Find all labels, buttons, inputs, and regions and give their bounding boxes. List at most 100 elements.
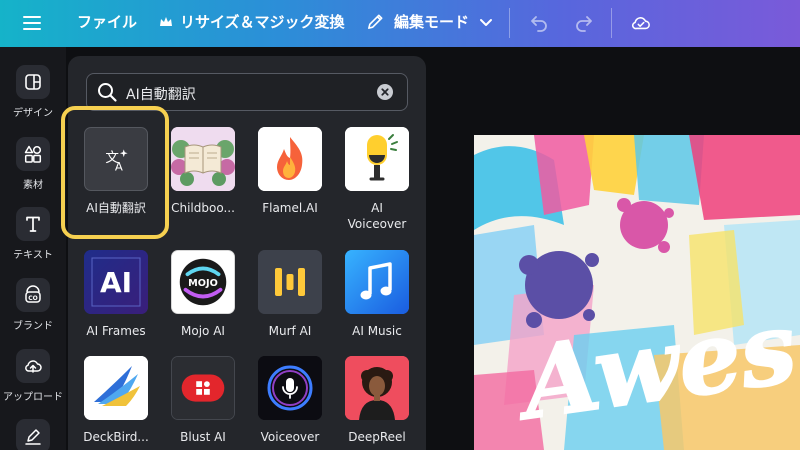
rail-label: デザイン <box>13 108 53 119</box>
app-name-line: AI <box>371 201 383 215</box>
app-tile: MOJO <box>171 250 235 314</box>
app-name-line: Voiceover <box>347 217 407 231</box>
mojo-icon: MOJO <box>172 251 234 313</box>
search-field[interactable]: AI自動翻訳 <box>86 73 408 111</box>
app-ai-frames[interactable]: AI AI Frames <box>71 250 161 339</box>
rail-item-elements[interactable]: 素材 <box>0 137 66 191</box>
resize-button[interactable]: リサイズ＆マジック変換 <box>158 11 345 32</box>
resize-label: リサイズ＆マジック変換 <box>180 13 345 31</box>
microphone-icon <box>345 127 409 191</box>
app-deepreel[interactable]: DeepReel <box>332 356 422 445</box>
avatar-icon <box>345 356 409 420</box>
app-mojo-ai[interactable]: MOJO Mojo AI <box>158 250 248 339</box>
side-rail: デザイン 素材 テキスト CO ブランド アップロード <box>0 47 66 450</box>
pencil-icon <box>368 14 383 29</box>
app-tile <box>171 127 235 191</box>
hamburger-icon <box>23 16 41 30</box>
rail-item-upload[interactable]: アップロード <box>0 349 66 403</box>
shapes-icon <box>24 145 42 163</box>
rail-button <box>16 207 50 241</box>
redo-button[interactable] <box>571 10 597 36</box>
redo-icon <box>576 16 592 32</box>
app-name: DeckBird... <box>83 430 149 444</box>
brand-icon: CO <box>25 285 41 303</box>
svg-text:CO: CO <box>28 295 38 302</box>
undo-icon <box>531 16 547 32</box>
edit-mode-label: 編集モード <box>394 13 470 31</box>
rail-label: テキスト <box>13 250 53 261</box>
murf-icon <box>258 250 322 314</box>
rail-item-draw[interactable] <box>0 419 66 450</box>
upload-icon <box>25 360 42 373</box>
app-name: Blust AI <box>180 430 226 444</box>
app-tile <box>258 356 322 420</box>
top-bar: ファイル リサイズ＆マジック変換 編集モード <box>0 0 800 47</box>
app-name: Murf AI <box>268 324 312 338</box>
app-name: Mojo AI <box>181 324 225 338</box>
app-blust-ai[interactable]: Blust AI <box>158 356 248 445</box>
rail-button <box>16 419 50 450</box>
rail-item-brand[interactable]: CO ブランド <box>0 278 66 332</box>
rail-button: CO <box>16 278 50 312</box>
app-name: Childboo... <box>171 201 235 215</box>
app-tile: 文 A <box>84 127 148 191</box>
app-murf-ai[interactable]: Murf AI <box>245 250 335 339</box>
app-ai-music[interactable]: AI Music <box>332 250 422 339</box>
design-canvas[interactable]: Awes <box>474 135 800 450</box>
ai-frames-tile-label: AI <box>100 266 132 299</box>
app-name: AI Frames <box>86 324 146 338</box>
blust-icon <box>172 357 234 419</box>
app-tile <box>258 250 322 314</box>
app-name: Flamel.AI <box>262 201 318 215</box>
rail-button <box>16 137 50 171</box>
app-tile <box>345 250 409 314</box>
chevron-down-icon <box>480 18 493 26</box>
toolbar-divider <box>611 8 612 38</box>
menu-button[interactable] <box>18 9 46 37</box>
draw-pen-icon <box>25 429 41 445</box>
app-childbook[interactable]: Childboo... <box>158 127 248 216</box>
app-name: AI自動翻訳 <box>86 201 146 215</box>
app-voiceover[interactable]: Voiceover <box>245 356 335 445</box>
app-ai-translate[interactable]: 文 A AI自動翻訳 <box>71 127 161 216</box>
app-ai-voiceover[interactable]: AI Voiceover <box>332 127 422 232</box>
cloud-save-button[interactable] <box>628 10 654 36</box>
design-artwork: Awes <box>474 135 800 450</box>
app-deckbird[interactable]: DeckBird... <box>71 356 161 445</box>
svg-text:A: A <box>115 160 123 174</box>
file-menu[interactable]: ファイル <box>77 11 137 32</box>
rail-item-text[interactable]: テキスト <box>0 207 66 261</box>
edit-mode-dropdown[interactable]: 編集モード <box>366 11 493 32</box>
app-flamel-ai[interactable]: Flamel.AI <box>245 127 335 216</box>
voiceover-mic-icon <box>258 356 322 420</box>
music-note-icon <box>345 250 409 314</box>
search-icon <box>98 83 117 102</box>
flame-icon <box>258 127 322 191</box>
text-icon <box>26 216 40 232</box>
rail-label: 素材 <box>23 180 43 191</box>
toolbar-divider <box>509 8 510 38</box>
book-icon <box>171 127 235 191</box>
undo-button[interactable] <box>526 10 552 36</box>
app-tile: AI <box>84 250 148 314</box>
apps-panel: AI自動翻訳 文 A AI自動翻訳 Childboo... Flamel.AI … <box>68 56 426 450</box>
app-tile <box>345 356 409 420</box>
rail-button <box>16 349 50 383</box>
rail-button <box>16 65 50 99</box>
app-name: AI Voiceover <box>348 200 407 232</box>
rail-item-design[interactable]: デザイン <box>0 65 66 119</box>
search-input[interactable]: AI自動翻訳 <box>126 84 196 104</box>
app-name: Voiceover <box>260 430 320 444</box>
app-tile <box>84 356 148 420</box>
magic-crown-icon <box>160 16 172 26</box>
app-name: DeepReel <box>348 430 406 444</box>
ai-frames-icon: AI <box>84 250 148 314</box>
rail-label: アップロード <box>3 392 63 403</box>
app-tile <box>258 127 322 191</box>
rail-label: ブランド <box>13 321 53 332</box>
layout-icon <box>25 74 41 90</box>
deckbird-icon <box>84 356 148 420</box>
mojo-tile-label: MOJO <box>188 278 218 289</box>
cloud-check-icon <box>631 17 650 30</box>
clear-icon[interactable] <box>377 84 393 100</box>
